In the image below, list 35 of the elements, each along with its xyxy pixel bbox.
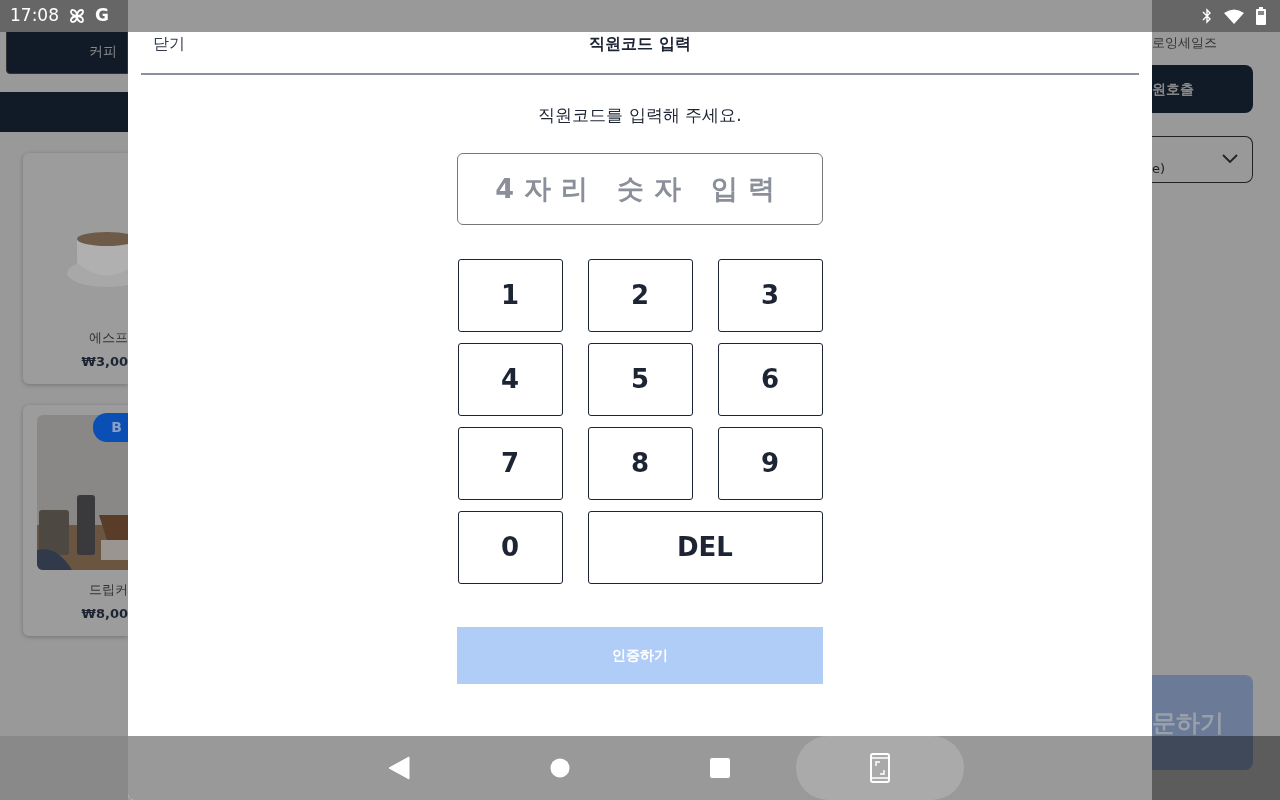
digit-key[interactable]: 6 [717,342,823,416]
digit-key[interactable]: 2 [587,258,693,332]
code-input-field[interactable]: 4자리 숫자 입력 [457,152,823,225]
product-price: ₩3,00 [81,352,128,371]
select-value: e) [1152,159,1166,178]
dialog-title: 직원코드 입력 [589,33,691,55]
phone-icon [870,753,890,783]
product-card[interactable]: 에스프 ₩3,00 [23,153,128,384]
home-icon[interactable] [550,758,570,778]
pinwheel-icon [67,6,87,26]
badge: B [93,413,128,442]
bluetooth-icon [1202,8,1212,24]
product-name: 드립커 [89,581,128,599]
digit-key[interactable]: 8 [587,426,693,500]
back-icon[interactable] [388,756,410,780]
close-button[interactable]: 닫기 [153,32,185,56]
product-name: 에스프 [89,329,128,347]
battery-icon [1256,7,1266,25]
store-name: 로잉세일즈 [1152,34,1218,52]
app-letter-icon: G [95,3,109,29]
call-staff-button[interactable]: 원호출 [1152,65,1253,113]
digit-key[interactable]: 7 [457,426,563,500]
product-card[interactable]: B 드립커 ₩8,00 [23,405,128,636]
prompt-text: 직원코드를 입력해 주세요. [538,104,742,127]
wifi-icon [1224,8,1244,24]
digit-key[interactable]: 1 [457,258,563,332]
delete-key[interactable]: DEL [587,510,823,584]
chevron-down-icon [1222,154,1238,164]
digit-key[interactable]: 0 [457,510,563,584]
digit-key[interactable]: 9 [717,426,823,500]
digit-key[interactable]: 3 [717,258,823,332]
status-time: 17:08 [10,4,59,28]
digit-key[interactable]: 5 [587,342,693,416]
product-price: ₩8,00 [81,604,128,623]
digit-key[interactable]: 4 [457,342,563,416]
